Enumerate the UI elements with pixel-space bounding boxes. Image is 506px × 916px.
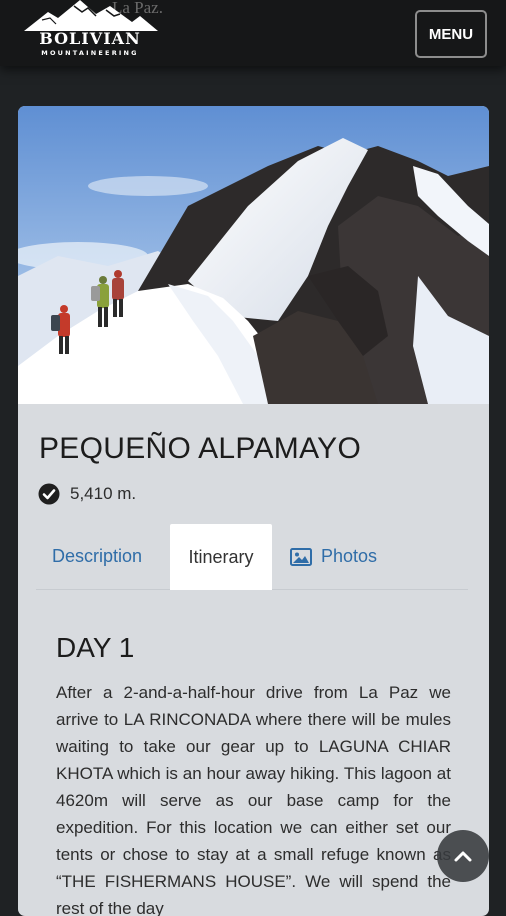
mountain-logo-icon (24, 0, 158, 31)
logo-wordmark: BOLIVIAN (39, 29, 141, 48)
tab-photos[interactable]: Photos (290, 524, 377, 589)
tab-photos-label: Photos (321, 546, 378, 566)
check-circle-icon (38, 483, 60, 505)
image-icon (290, 547, 312, 566)
scroll-to-top-button[interactable] (437, 830, 489, 882)
peak-card: PEQUEÑO ALPAMAYO 5,410 m. Description It… (18, 106, 489, 916)
peak-title: PEQUEÑO ALPAMAYO (39, 432, 362, 465)
menu-button[interactable]: MENU (415, 10, 487, 58)
site-header: La Paz. BOLIVIAN MOUNTAINEERING MENU (0, 0, 506, 66)
logo-subtitle: MOUNTAINEERING (41, 49, 139, 57)
peak-hero-image (18, 106, 489, 404)
tab-description[interactable]: Description (52, 524, 142, 589)
tab-itinerary[interactable]: Itinerary (170, 524, 272, 590)
chevron-up-icon (454, 851, 472, 862)
peak-altitude: 5,410 m. (70, 484, 137, 503)
day-title: DAY 1 (56, 632, 135, 663)
site-logo[interactable]: BOLIVIAN MOUNTAINEERING (20, 0, 162, 62)
tab-bar: Description Itinerary Photos (36, 524, 468, 590)
altitude-row: 5,410 m. (38, 482, 136, 506)
itinerary-text: After a 2-and-a-half-hour drive from La … (56, 683, 451, 916)
